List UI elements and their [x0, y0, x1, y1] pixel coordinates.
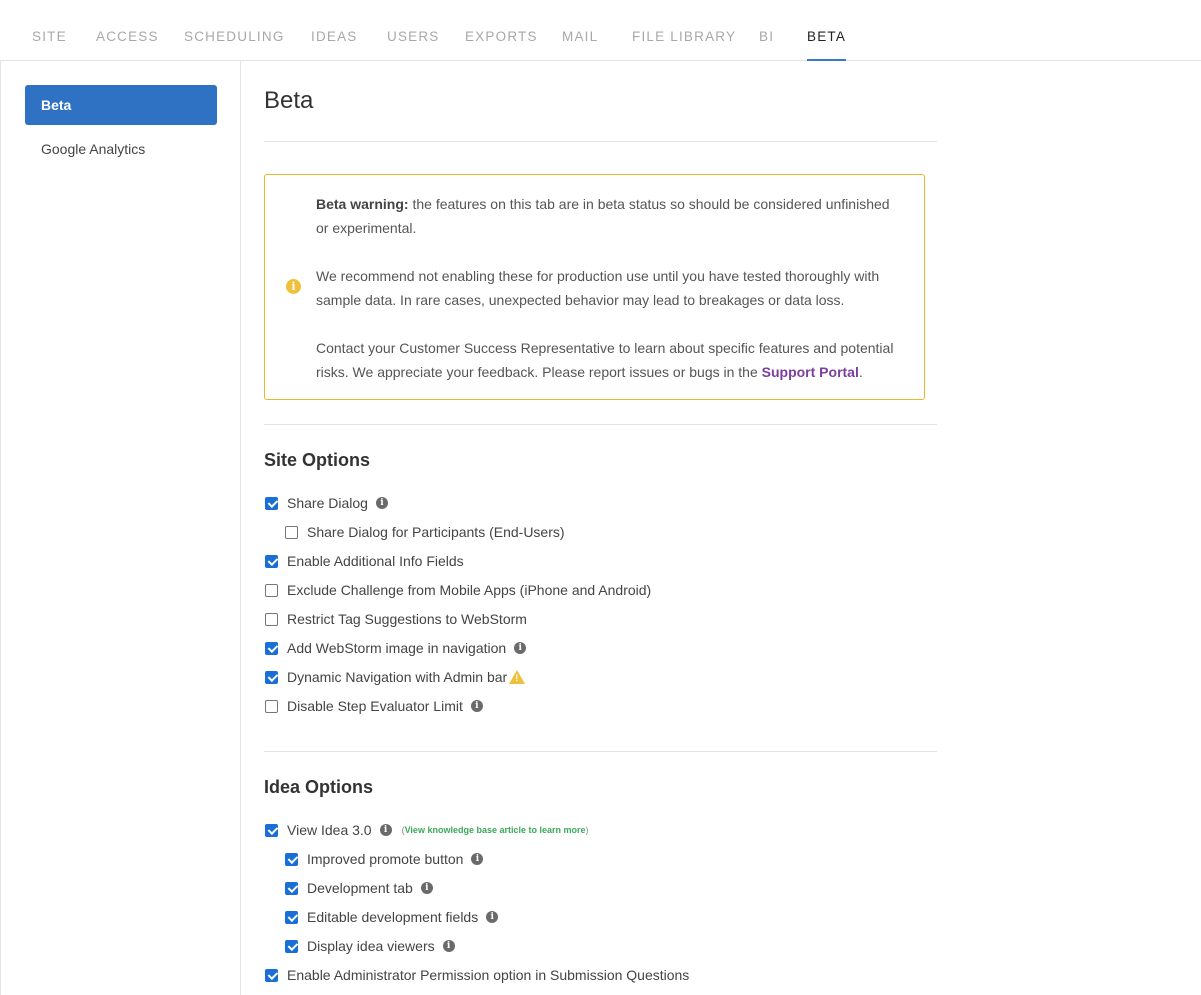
restrict-tag-suggestions-checkbox[interactable] — [265, 612, 278, 626]
improved-promote-button-checkbox[interactable] — [285, 852, 298, 866]
option-improved-promote-button: Improved promote button i — [285, 849, 484, 869]
admin-permission-checkbox[interactable] — [265, 968, 278, 982]
sidebar-item-google-analytics[interactable]: Google Analytics — [25, 129, 217, 169]
warning-paragraph-3: Contact your Customer Success Representa… — [316, 336, 896, 384]
info-icon[interactable]: i — [420, 882, 433, 894]
info-icon[interactable]: i — [470, 700, 483, 712]
development-tab-checkbox[interactable] — [285, 881, 298, 895]
option-share-dialog-participants: Share Dialog for Participants (End-Users… — [285, 522, 565, 542]
share-dialog-checkbox[interactable] — [265, 496, 278, 510]
tab-beta[interactable]: BETA — [807, 0, 847, 61]
option-label: Share Dialog for Participants (End-Users… — [307, 524, 565, 540]
exclude-mobile-apps-checkbox[interactable] — [265, 583, 278, 597]
divider — [264, 751, 937, 752]
top-nav: SITE ACCESS SCHEDULING IDEAS USERS EXPOR… — [0, 0, 1201, 61]
beta-warning-box: i Beta warning: the features on this tab… — [264, 174, 925, 400]
dynamic-navigation-checkbox[interactable] — [265, 670, 278, 684]
option-label: Share Dialog — [287, 495, 368, 511]
sidebar-item-beta[interactable]: Beta — [25, 85, 217, 125]
option-webstorm-image: Add WebStorm image in navigation i — [265, 638, 527, 658]
tab-bi[interactable]: BI — [759, 0, 774, 61]
warning-triangle-icon: ! — [509, 670, 526, 684]
info-icon[interactable]: i — [486, 911, 499, 923]
option-display-idea-viewers: Display idea viewers i — [285, 936, 455, 956]
option-label: Display idea viewers — [307, 938, 435, 954]
editable-development-fields-checkbox[interactable] — [285, 910, 298, 924]
knowledge-base-link-wrapper: (View knowledge base article to learn mo… — [402, 825, 589, 835]
option-label: Add WebStorm image in navigation — [287, 640, 507, 656]
tab-ideas[interactable]: IDEAS — [311, 0, 358, 61]
page-title: Beta — [264, 87, 314, 114]
option-label: Editable development fields — [307, 909, 479, 925]
info-icon[interactable]: i — [379, 824, 392, 836]
option-share-dialog: Share Dialog i — [265, 493, 388, 513]
disable-step-evaluator-limit-checkbox[interactable] — [265, 699, 278, 713]
share-dialog-participants-checkbox[interactable] — [285, 525, 298, 539]
option-exclude-mobile-apps: Exclude Challenge from Mobile Apps (iPho… — [265, 580, 651, 600]
knowledge-base-link[interactable]: View knowledge base article to learn mor… — [405, 825, 586, 835]
option-admin-permission-submission-questions: Enable Administrator Permission option i… — [265, 965, 689, 985]
additional-info-fields-checkbox[interactable] — [265, 554, 278, 568]
option-label: Enable Additional Info Fields — [287, 553, 464, 569]
tab-scheduling[interactable]: SCHEDULING — [184, 0, 285, 61]
option-dynamic-navigation: Dynamic Navigation with Admin bar ! — [265, 667, 526, 687]
tab-users[interactable]: USERS — [387, 0, 440, 61]
warning-bold-lead: Beta warning: — [316, 196, 409, 212]
option-view-idea-3: View Idea 3.0 i (View knowledge base art… — [265, 820, 589, 840]
option-label: View Idea 3.0 — [287, 822, 372, 838]
divider — [264, 141, 937, 142]
option-label: Development tab — [307, 880, 413, 896]
option-editable-development-fields: Editable development fields i — [285, 907, 499, 927]
info-icon[interactable]: i — [471, 853, 484, 865]
webstorm-image-checkbox[interactable] — [265, 641, 278, 655]
view-idea-3-checkbox[interactable] — [265, 823, 278, 837]
warning-paragraph-1: Beta warning: the features on this tab a… — [316, 192, 896, 240]
option-development-tab: Development tab i — [285, 878, 433, 898]
option-additional-info-fields: Enable Additional Info Fields — [265, 551, 464, 571]
info-warning-icon: i — [286, 279, 301, 294]
sidebar: Beta Google Analytics — [0, 61, 241, 995]
option-label: Exclude Challenge from Mobile Apps (iPho… — [287, 582, 652, 598]
idea-options-title: Idea Options — [264, 777, 374, 797]
site-options-title: Site Options — [264, 450, 371, 470]
option-restrict-tag-suggestions: Restrict Tag Suggestions to WebStorm — [265, 609, 527, 629]
option-label: Dynamic Navigation with Admin bar — [287, 669, 508, 685]
option-disable-step-evaluator-limit: Disable Step Evaluator Limit i — [265, 696, 483, 716]
info-icon[interactable]: i — [375, 497, 388, 509]
paren-close: ) — [585, 825, 589, 835]
divider — [264, 424, 937, 425]
option-label: Enable Administrator Permission option i… — [287, 967, 690, 983]
display-idea-viewers-checkbox[interactable] — [285, 939, 298, 953]
warning-text-3-end: . — [858, 364, 863, 380]
option-label: Restrict Tag Suggestions to WebStorm — [287, 611, 527, 627]
info-icon[interactable]: i — [442, 940, 455, 952]
warning-paragraph-2: We recommend not enabling these for prod… — [316, 268, 880, 308]
tab-exports[interactable]: EXPORTS — [465, 0, 538, 61]
support-portal-link[interactable]: Support Portal — [762, 364, 859, 380]
option-label: Disable Step Evaluator Limit — [287, 698, 463, 714]
tab-file-library[interactable]: FILE LIBRARY — [632, 0, 736, 61]
info-icon[interactable]: i — [514, 642, 527, 654]
tab-site[interactable]: SITE — [32, 0, 67, 61]
tab-access[interactable]: ACCESS — [96, 0, 159, 61]
option-label: Improved promote button — [307, 851, 464, 867]
tab-mail[interactable]: MAIL — [562, 0, 598, 61]
